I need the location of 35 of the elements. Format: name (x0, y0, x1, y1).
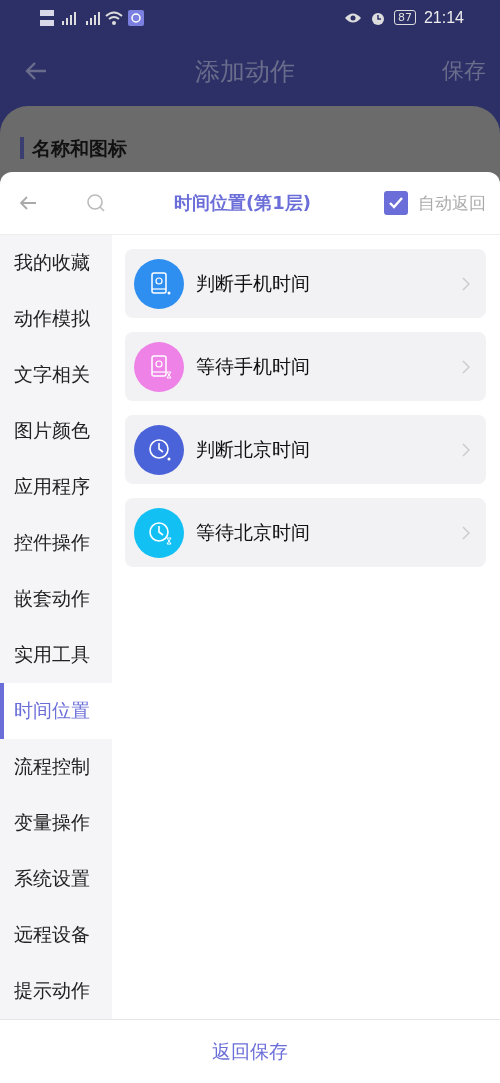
back-icon[interactable] (18, 195, 38, 211)
category-item[interactable]: 远程设备 (0, 907, 112, 963)
category-item[interactable]: 图片颜色 (0, 403, 112, 459)
section-title: 名称和图标 (20, 137, 127, 160)
chevron-icon (462, 276, 470, 291)
check-icon (388, 196, 404, 210)
category-item[interactable]: 时间位置 (0, 683, 112, 739)
action-item[interactable]: 等待北京时间 (125, 498, 486, 567)
chevron-icon (462, 525, 470, 540)
back-icon[interactable] (24, 61, 48, 82)
category-item[interactable]: 应用程序 (0, 459, 112, 515)
action-item[interactable]: 判断手机时间 (125, 249, 486, 318)
category-item[interactable]: 系统设置 (0, 851, 112, 907)
return-save-button[interactable]: 返回保存 (212, 1038, 288, 1065)
category-item[interactable]: 我的收藏 (0, 235, 112, 291)
clock-time: 21:14 (423, 8, 464, 27)
auto-return-checkbox[interactable] (384, 191, 408, 215)
chevron-icon (462, 442, 470, 457)
action-item[interactable]: 判断北京时间 (125, 415, 486, 484)
category-item[interactable]: 提示动作 (0, 963, 112, 1019)
category-item[interactable]: 动作模拟 (0, 291, 112, 347)
category-item[interactable]: 文字相关 (0, 347, 112, 403)
sheet-title: 时间位置(第1层) (174, 191, 311, 215)
category-item[interactable]: 控件操作 (0, 515, 112, 571)
search-icon[interactable] (86, 193, 106, 213)
category-item[interactable]: 流程控制 (0, 739, 112, 795)
page-title: 添加动作 (195, 55, 295, 88)
chevron-icon (462, 359, 470, 374)
battery-level: 87 (393, 10, 416, 26)
action-item[interactable]: 等待手机时间 (125, 332, 486, 401)
eye-icon (343, 11, 362, 24)
category-item[interactable]: 嵌套动作 (0, 571, 112, 627)
category-item[interactable]: 变量操作 (0, 795, 112, 851)
auto-return-label: 自动返回 (418, 191, 486, 215)
category-item[interactable]: 实用工具 (0, 627, 112, 683)
